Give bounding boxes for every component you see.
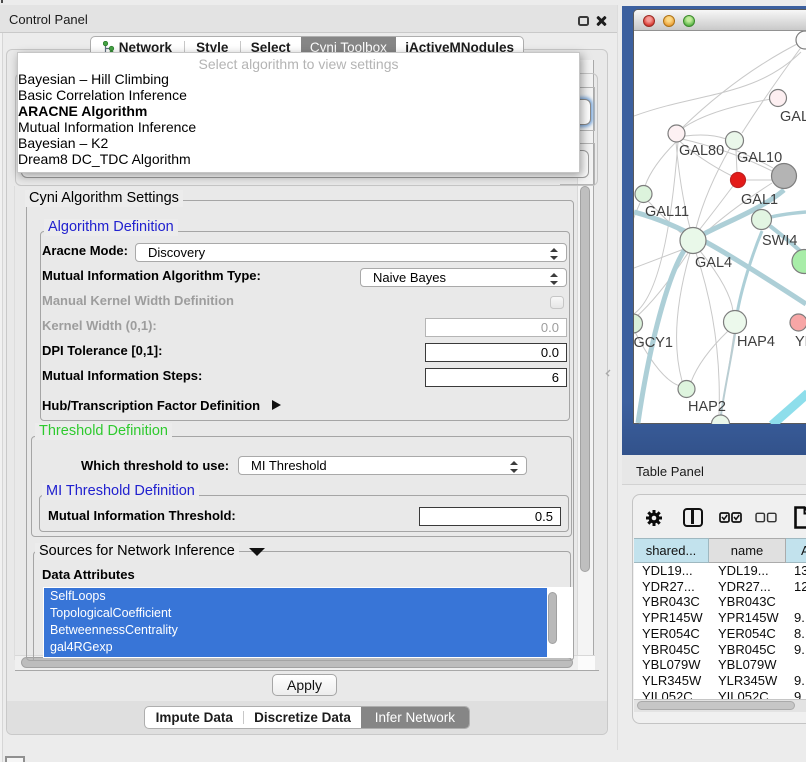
svg-text:GAL7: GAL7 xyxy=(780,109,806,125)
svg-text:HAP2: HAP2 xyxy=(688,399,726,415)
svg-text:GAL10: GAL10 xyxy=(737,150,782,166)
svg-text:GAL80: GAL80 xyxy=(679,143,724,159)
svg-text:GAL4: GAL4 xyxy=(695,255,732,271)
svg-text:YB: YB xyxy=(795,334,806,350)
svg-text:HAP4: HAP4 xyxy=(737,334,775,350)
svg-text:SWI4: SWI4 xyxy=(762,233,797,249)
svg-text:GCY1: GCY1 xyxy=(634,335,673,351)
svg-text:GAL1: GAL1 xyxy=(741,192,778,208)
svg-text:GAL11: GAL11 xyxy=(645,204,689,220)
